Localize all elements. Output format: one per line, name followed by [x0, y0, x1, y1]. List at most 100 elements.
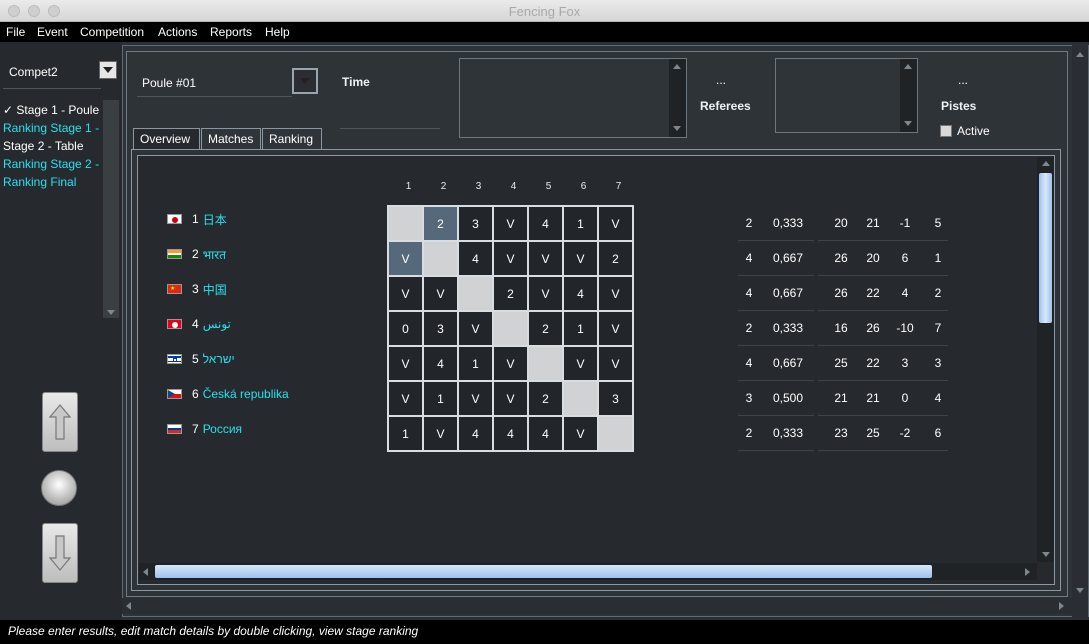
score-cell[interactable]: V: [457, 380, 494, 417]
active-checkbox[interactable]: [940, 125, 952, 137]
poule-dropdown-button[interactable]: [292, 68, 318, 94]
score-cell[interactable]: V: [527, 240, 564, 277]
score-cell[interactable]: V: [597, 205, 634, 242]
score-cell[interactable]: 1: [422, 380, 459, 417]
score-cell[interactable]: V: [387, 380, 424, 417]
score-cell[interactable]: 4: [527, 415, 564, 452]
round-action-button[interactable]: [41, 470, 77, 506]
score-cell[interactable]: 2: [527, 380, 564, 417]
score-cell[interactable]: V: [492, 240, 529, 277]
pistes-scroll-down-icon[interactable]: [904, 121, 912, 126]
fencer-name[interactable]: تونس: [203, 317, 231, 331]
score-cell[interactable]: V: [387, 345, 424, 382]
diagonal-cell: [457, 275, 494, 312]
main-scroll-down-icon[interactable]: [1076, 588, 1084, 593]
stage-item-4[interactable]: Ranking Stage 2 -: [3, 157, 99, 171]
score-cell[interactable]: V: [597, 345, 634, 382]
stat-value: 20: [834, 216, 848, 230]
fencer-row: 1 日本: [167, 209, 227, 229]
content-horizontal-thumb[interactable]: [155, 565, 932, 578]
move-down-button[interactable]: [42, 523, 78, 583]
score-cell[interactable]: 2: [422, 205, 459, 242]
score-cell[interactable]: V: [492, 205, 529, 242]
menu-competition[interactable]: Competition: [80, 25, 144, 39]
fencer-name[interactable]: 日本: [203, 211, 227, 228]
score-cell[interactable]: 4: [457, 240, 494, 277]
stage-item-5[interactable]: Ranking Final: [3, 175, 76, 189]
referees-more-button[interactable]: ...: [716, 73, 726, 87]
score-cell[interactable]: 2: [597, 240, 634, 277]
referees-scroll-up-icon[interactable]: [673, 64, 681, 69]
stage-item-2[interactable]: Ranking Stage 1 -: [3, 121, 99, 135]
score-cell[interactable]: 1: [562, 205, 599, 242]
tab-overview[interactable]: Overview: [133, 128, 200, 149]
scroll-down-icon[interactable]: [107, 310, 115, 315]
main-scroll-up-icon[interactable]: [1076, 52, 1084, 57]
content-scroll-left-icon[interactable]: [143, 568, 148, 576]
fencer-name[interactable]: Россия: [203, 422, 242, 436]
score-cell[interactable]: V: [457, 310, 494, 347]
score-cell[interactable]: 1: [562, 310, 599, 347]
main-scroll-right-icon[interactable]: [1059, 602, 1064, 610]
fencer-name[interactable]: भारत: [203, 246, 226, 263]
content-scroll-up-icon[interactable]: [1042, 161, 1050, 166]
menu-actions[interactable]: Actions: [158, 25, 197, 39]
content-scroll-down-icon[interactable]: [1042, 552, 1050, 557]
main-vertical-scrollbar[interactable]: [1072, 45, 1088, 617]
stage-item-3[interactable]: Stage 2 - Table: [3, 139, 84, 153]
competition-dropdown-button[interactable]: [99, 61, 117, 79]
score-cell[interactable]: V: [422, 415, 459, 452]
score-cell[interactable]: V: [387, 275, 424, 312]
score-cell[interactable]: 4: [422, 345, 459, 382]
score-cell[interactable]: 0: [387, 310, 424, 347]
menu-event[interactable]: Event: [37, 25, 68, 39]
tab-ranking[interactable]: Ranking: [262, 128, 322, 149]
flag-icon: [167, 249, 182, 259]
score-cell[interactable]: 4: [457, 415, 494, 452]
score-cell[interactable]: 2: [527, 310, 564, 347]
score-cell[interactable]: V: [562, 240, 599, 277]
main-horizontal-scrollbar[interactable]: [122, 598, 1072, 614]
score-cell[interactable]: 3: [597, 380, 634, 417]
main-scroll-left-icon[interactable]: [126, 602, 131, 610]
menu-file[interactable]: File: [6, 25, 25, 39]
score-cell[interactable]: V: [387, 240, 424, 277]
stage-item-1[interactable]: ✓ Stage 1 - Poule: [3, 103, 99, 117]
score-cell[interactable]: 1: [387, 415, 424, 452]
stages-scrollbar[interactable]: [103, 100, 119, 318]
stats-row: 2 0,333 23 25 -2 6: [738, 416, 952, 450]
move-up-button[interactable]: [42, 392, 78, 452]
content-scroll-right-icon[interactable]: [1025, 568, 1030, 576]
time-input-line[interactable]: [340, 128, 440, 129]
content-vertical-thumb[interactable]: [1039, 173, 1052, 323]
score-cell[interactable]: 4: [562, 275, 599, 312]
referees-list[interactable]: [459, 58, 687, 138]
fencer-name[interactable]: ישראל: [203, 352, 235, 366]
score-cell[interactable]: 1: [457, 345, 494, 382]
referees-scroll-down-icon[interactable]: [673, 126, 681, 131]
score-cell[interactable]: 3: [457, 205, 494, 242]
pistes-list[interactable]: [775, 58, 918, 133]
score-cell[interactable]: V: [597, 310, 634, 347]
score-cell[interactable]: 4: [492, 415, 529, 452]
fencer-name[interactable]: 中国: [203, 281, 227, 298]
divider: [738, 450, 814, 451]
tab-matches[interactable]: Matches: [201, 128, 261, 149]
menu-help[interactable]: Help: [265, 25, 290, 39]
score-cell[interactable]: V: [597, 275, 634, 312]
score-cell[interactable]: 4: [527, 205, 564, 242]
fencer-name[interactable]: Česká republika: [203, 387, 289, 401]
score-cell[interactable]: 2: [492, 275, 529, 312]
pistes-more-button[interactable]: ...: [958, 73, 968, 87]
menu-reports[interactable]: Reports: [210, 25, 252, 39]
score-cell[interactable]: V: [527, 275, 564, 312]
score-cell[interactable]: V: [492, 345, 529, 382]
score-cell[interactable]: V: [562, 345, 599, 382]
pistes-scroll-up-icon[interactable]: [904, 64, 912, 69]
score-cell[interactable]: V: [492, 380, 529, 417]
score-cell[interactable]: V: [422, 275, 459, 312]
fencer-number: 5: [192, 352, 199, 366]
stat-value: 3: [934, 356, 942, 370]
score-cell[interactable]: V: [562, 415, 599, 452]
score-cell[interactable]: 3: [422, 310, 459, 347]
